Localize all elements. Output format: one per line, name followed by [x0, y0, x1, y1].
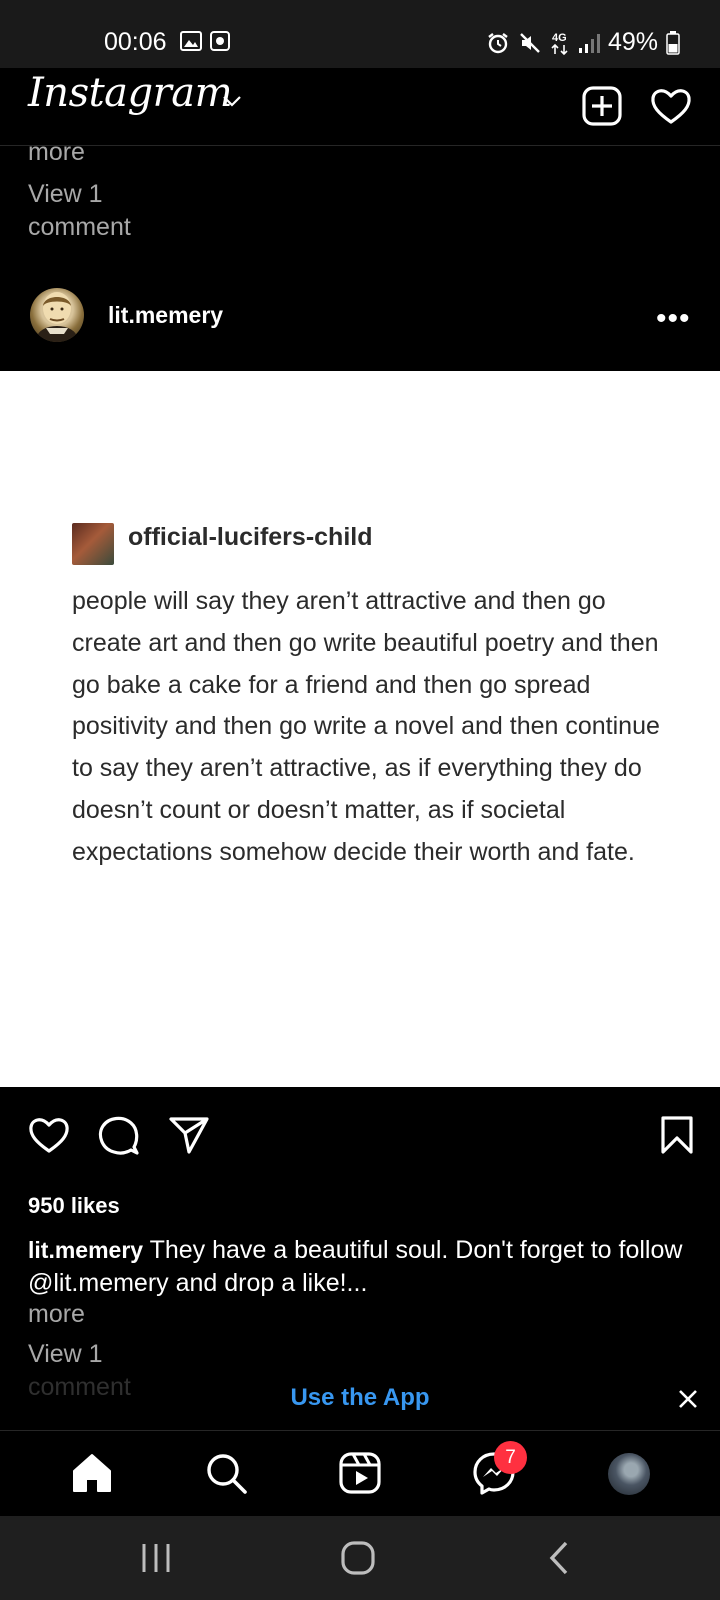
likes-count[interactable]: 950 likes [28, 1193, 120, 1219]
image-icon [180, 31, 202, 51]
screen-record-icon [210, 31, 230, 51]
post-author-username[interactable]: lit.memery [108, 302, 223, 329]
profile-avatar[interactable] [608, 1453, 650, 1495]
status-time: 00:06 [104, 28, 167, 56]
view-comments-link[interactable]: View 1 [28, 1340, 103, 1369]
previous-view-comments[interactable]: View 1 comment [28, 178, 148, 244]
heart-icon[interactable] [650, 86, 692, 126]
use-the-app-link[interactable]: Use the App [0, 1384, 720, 1412]
post-caption: lit.memery They have a beautiful soul. D… [28, 1234, 692, 1300]
chevron-down-icon[interactable] [222, 94, 242, 108]
svg-text:4G: 4G [552, 32, 567, 44]
tumblr-post-text: people will say they aren’t attractive a… [72, 587, 660, 866]
app-header: Instagram [0, 68, 720, 146]
home-icon[interactable] [70, 1451, 114, 1495]
post-action-row [0, 1115, 720, 1165]
recent-apps-icon[interactable] [140, 1540, 172, 1576]
post-options-icon[interactable]: ••• [656, 302, 691, 336]
status-left-icons [180, 31, 230, 51]
instagram-logo[interactable]: Instagram [28, 70, 233, 116]
add-post-icon[interactable] [582, 86, 622, 126]
comment-icon[interactable] [98, 1115, 140, 1157]
caption-username[interactable]: lit.memery [28, 1237, 143, 1263]
like-heart-icon[interactable] [28, 1115, 70, 1155]
home-button-icon[interactable] [340, 1540, 376, 1576]
back-icon[interactable] [548, 1540, 570, 1576]
mute-icon [520, 32, 540, 53]
status-bar: 00:06 4G 49% [0, 0, 720, 68]
status-right: 4G 49% [486, 28, 680, 57]
close-icon[interactable] [677, 1388, 699, 1410]
caption-more-link[interactable]: more [28, 1300, 85, 1329]
messenger-badge: 7 [494, 1441, 527, 1474]
post-image[interactable]: official-lucifers-child people will say … [0, 371, 720, 1087]
bottom-navigation: 7 [0, 1430, 720, 1516]
tumblr-avatar [72, 523, 114, 565]
post-header: lit.memery ••• [0, 280, 720, 364]
share-icon[interactable] [168, 1115, 210, 1155]
battery-percent: 49% [607, 28, 658, 56]
signal-icon [578, 33, 600, 53]
post-author-avatar[interactable] [30, 288, 84, 342]
4g-icon: 4G [551, 32, 568, 55]
reels-icon[interactable] [338, 1451, 382, 1495]
save-bookmark-icon[interactable] [660, 1115, 694, 1155]
search-icon[interactable] [204, 1451, 248, 1495]
tumblr-username: official-lucifers-child [128, 523, 373, 551]
shakespeare-avatar-art [37, 292, 77, 342]
system-navigation-bar [0, 1516, 720, 1600]
battery-icon [666, 30, 680, 55]
alarm-icon [488, 32, 508, 53]
previous-caption-more[interactable]: more [28, 138, 85, 167]
